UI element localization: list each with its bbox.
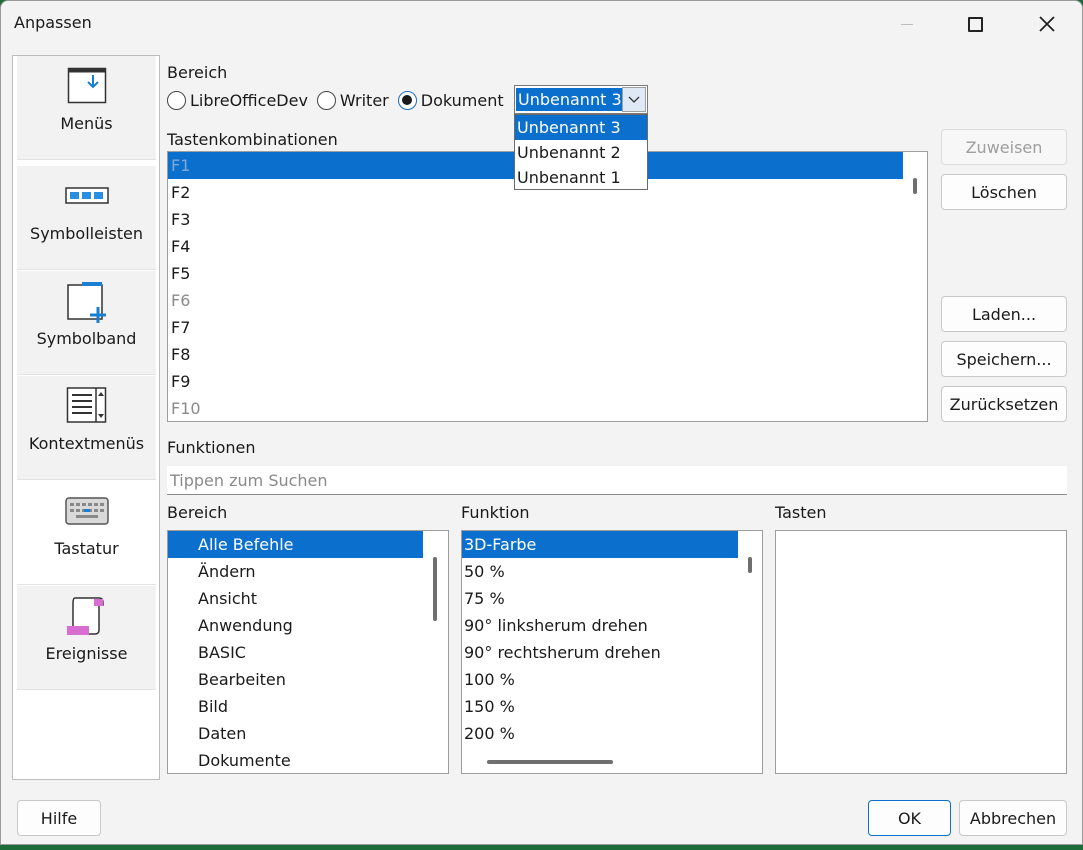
search-input[interactable] <box>167 466 1067 494</box>
close-icon <box>1039 16 1055 32</box>
function-row[interactable]: 90° linksherum drehen <box>462 612 738 639</box>
shortcut-row[interactable]: F10 <box>168 395 903 421</box>
reset-button[interactable]: Zurücksetzen <box>941 386 1067 422</box>
sidebar-item-label: Tastatur <box>54 539 119 558</box>
customize-dialog: Anpassen Menüs Symbolleisten Symbolband <box>0 0 1083 845</box>
shortcuts-label: Tastenkombinationen <box>167 130 338 149</box>
category-row[interactable]: Ansicht <box>168 585 423 612</box>
window-title: Anpassen <box>14 13 92 32</box>
document-dropdown-list: Unbenannt 3 Unbenannt 2 Unbenannt 1 <box>514 114 648 190</box>
keyboard-icon <box>64 491 109 531</box>
save-button[interactable]: Speichern... <box>941 341 1067 377</box>
shortcut-row[interactable]: F8 <box>168 341 903 368</box>
chevron-down-icon <box>628 96 640 103</box>
dropdown-option[interactable]: Unbenannt 2 <box>515 140 647 165</box>
category-row[interactable]: Alle Befehle <box>168 531 423 558</box>
close-button[interactable] <box>1013 1 1081 47</box>
shortcut-row[interactable]: F4 <box>168 233 903 260</box>
keys-list[interactable] <box>775 530 1067 774</box>
events-scroll-icon <box>65 596 109 636</box>
sidebar-item-keyboard[interactable]: Tastatur <box>17 481 156 585</box>
cancel-button[interactable]: Abbrechen <box>959 800 1067 836</box>
category-row[interactable]: Daten <box>168 720 423 747</box>
radio-circle <box>167 90 186 110</box>
sidebar-item-menus[interactable]: Menüs <box>17 56 156 160</box>
toolbar-icon <box>64 176 109 216</box>
function-search-field[interactable] <box>167 466 1067 495</box>
category-list: Alle Befehle Ändern Ansicht Anwendung BA… <box>167 530 449 774</box>
sidebar-item-events[interactable]: Ereignisse <box>17 586 156 690</box>
function-row[interactable]: 100 % <box>462 666 738 693</box>
category-row[interactable]: Anwendung <box>168 612 423 639</box>
function-list: 3D-Farbe 50 % 75 % 90° linksherum drehen… <box>461 530 763 774</box>
scope-label: Bereich <box>167 63 228 82</box>
radio-dot <box>402 95 413 105</box>
sidebar-item-label: Kontextmenüs <box>28 434 145 453</box>
sidebar-item-context-menus[interactable]: Kontextmenüs <box>17 376 156 480</box>
radio-label: Writer <box>339 90 389 110</box>
category-row[interactable]: Dokumente <box>168 747 423 773</box>
dropdown-option[interactable]: Unbenannt 1 <box>515 165 647 190</box>
category-row[interactable]: Bild <box>168 693 423 720</box>
minimize-button[interactable] <box>873 1 941 47</box>
document-select-value: Unbenannt 3 <box>516 88 624 111</box>
radio-writer[interactable]: Writer <box>316 90 389 110</box>
document-select[interactable]: Unbenannt 3 <box>514 85 648 114</box>
function-vscrollbar[interactable] <box>748 557 752 573</box>
sidebar-item-label: Ereignisse <box>45 644 128 663</box>
function-row[interactable]: 150 % <box>462 693 738 720</box>
function-hscrollbar[interactable] <box>487 760 613 764</box>
sidebar-item-toolbars[interactable]: Symbolleisten <box>17 166 156 270</box>
category-sidebar: Menüs Symbolleisten Symbolband Kontextme… <box>12 55 160 780</box>
sidebar-item-notebookbar[interactable]: Symbolband <box>17 271 156 375</box>
title-bar: Anpassen <box>1 1 1082 47</box>
maximize-button[interactable] <box>941 1 1009 47</box>
shortcut-row[interactable]: F9 <box>168 368 903 395</box>
sidebar-item-label: Symbolleisten <box>30 224 143 243</box>
radio-document[interactable]: Dokument <box>397 90 504 110</box>
sidebar-item-label: Menüs <box>60 114 113 133</box>
category-row[interactable]: BASIC <box>168 639 423 666</box>
dropdown-option[interactable]: Unbenannt 3 <box>515 115 647 140</box>
minimize-icon <box>901 23 913 25</box>
functions-label: Funktionen <box>167 438 256 457</box>
category-scrollbar[interactable] <box>433 557 437 621</box>
shortcut-row[interactable]: F5 <box>168 260 903 287</box>
category-list-label: Bereich <box>167 503 228 522</box>
function-row[interactable]: 50 % <box>462 558 738 585</box>
menu-icon <box>67 66 107 106</box>
shortcuts-scrollbar[interactable] <box>913 178 917 194</box>
assign-button[interactable]: Zuweisen <box>941 129 1067 165</box>
radio-libreofficedev[interactable]: LibreOfficeDev <box>167 90 308 110</box>
category-row[interactable]: Bearbeiten <box>168 666 423 693</box>
radio-label: LibreOfficeDev <box>190 90 308 110</box>
shortcut-row[interactable]: F7 <box>168 314 903 341</box>
category-row[interactable]: Ändern <box>168 558 423 585</box>
notebookbar-icon <box>65 281 109 323</box>
radio-label: Dokument <box>420 90 504 110</box>
help-button[interactable]: Hilfe <box>17 800 101 836</box>
radio-circle <box>316 90 336 110</box>
shortcut-row[interactable]: F6 <box>168 287 903 314</box>
scope-radio-group: LibreOfficeDev Writer Dokument <box>167 89 513 111</box>
keys-list-label: Tasten <box>775 503 827 522</box>
function-list-label: Funktion <box>461 503 530 522</box>
shortcut-keys-list: F1 F2 F3 F4 F5 F6 F7 F8 F9 F10 <box>167 151 928 422</box>
context-menu-icon <box>66 386 108 426</box>
function-row[interactable]: 75 % <box>462 585 738 612</box>
function-row[interactable]: 200 % <box>462 720 738 747</box>
function-row[interactable]: 90° rechtsherum drehen <box>462 639 738 666</box>
load-button[interactable]: Laden... <box>941 296 1067 332</box>
maximize-icon <box>967 16 983 32</box>
dropdown-toggle[interactable] <box>622 87 646 112</box>
delete-button[interactable]: Löschen <box>941 174 1067 210</box>
sidebar-item-label: Symbolband <box>36 329 137 348</box>
function-row[interactable]: 3D-Farbe <box>462 531 738 558</box>
shortcut-row[interactable]: F3 <box>168 206 903 233</box>
radio-circle <box>397 90 417 110</box>
ok-button[interactable]: OK <box>868 800 951 836</box>
